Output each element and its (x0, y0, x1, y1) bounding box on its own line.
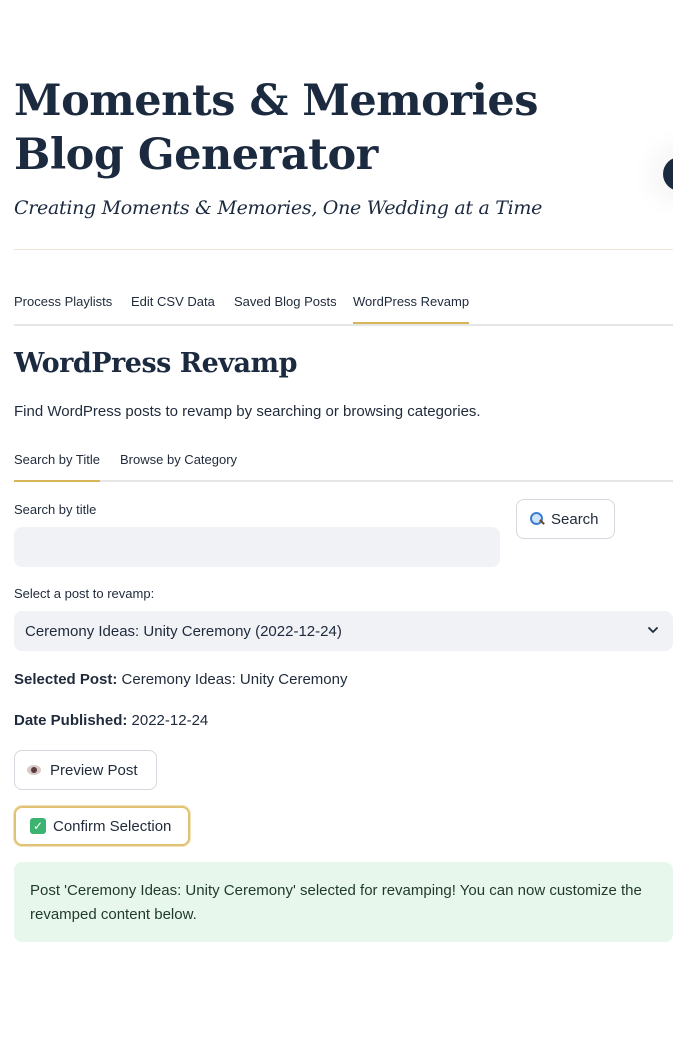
floating-toggle-button[interactable] (663, 157, 673, 191)
tab-browse-by-category[interactable]: Browse by Category (120, 452, 237, 480)
selected-post-label: Selected Post: (14, 671, 118, 688)
search-button-label: Search (551, 510, 599, 528)
search-button[interactable]: Search (516, 499, 615, 539)
eye-icon (27, 765, 41, 775)
date-published-value: 2022-12-24 (131, 712, 209, 729)
post-select-label: Select a post to revamp: (14, 586, 155, 601)
preview-post-button[interactable]: Preview Post (14, 750, 157, 790)
post-select-dropdown[interactable]: Ceremony Ideas: Unity Ceremony (2022-12-… (14, 611, 673, 651)
date-published-info: Date Published: 2022-12-24 (14, 712, 208, 729)
selected-post-value: Ceremony Ideas: Unity Ceremony (121, 671, 348, 688)
tab-edit-csv-data[interactable]: Edit CSV Data (131, 294, 215, 322)
section-heading: WordPress Revamp (14, 348, 298, 379)
section-description: Find WordPress posts to revamp by search… (14, 403, 481, 420)
confirm-selection-label: Confirm Selection (53, 817, 172, 835)
chevron-down-icon (648, 627, 658, 633)
tab-wordpress-revamp[interactable]: WordPress Revamp (353, 294, 470, 324)
date-published-label: Date Published: (14, 712, 128, 729)
app-title: Moments & Memories Blog Generator (14, 76, 538, 180)
header-divider (14, 249, 673, 250)
app-subtitle: Creating Moments & Memories, One Wedding… (14, 197, 543, 219)
main-tabs: Process Playlists Edit CSV Data Saved Bl… (14, 290, 673, 326)
success-alert: Post 'Ceremony Ideas: Unity Ceremony' se… (14, 862, 673, 942)
tab-process-playlists[interactable]: Process Playlists (14, 294, 112, 322)
magnifier-icon (529, 511, 545, 527)
sub-tabs: Search by Title Browse by Category (14, 446, 673, 482)
check-box-icon: ✓ (30, 818, 46, 834)
post-select-value: Ceremony Ideas: Unity Ceremony (2022-12-… (25, 622, 342, 640)
preview-post-label: Preview Post (50, 761, 138, 779)
search-input[interactable] (14, 527, 500, 567)
tab-saved-blog-posts[interactable]: Saved Blog Posts (234, 294, 337, 322)
confirm-selection-button[interactable]: ✓ Confirm Selection (14, 806, 190, 846)
selected-post-info: Selected Post: Ceremony Ideas: Unity Cer… (14, 671, 347, 688)
search-label: Search by title (14, 502, 97, 517)
tab-search-by-title[interactable]: Search by Title (14, 452, 100, 482)
